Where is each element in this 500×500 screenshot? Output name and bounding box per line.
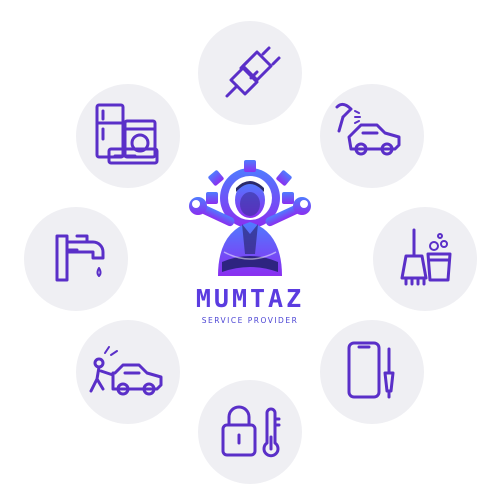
phone-repair-icon	[347, 341, 395, 399]
service-bubble-car-wash[interactable]	[320, 84, 424, 188]
service-wheel: MUMTAZ SERVICE PROVIDER	[0, 0, 500, 500]
water-tap-icon	[55, 234, 105, 282]
car-wash-icon	[335, 102, 401, 156]
service-bubble-cleaning[interactable]	[373, 207, 477, 311]
service-bubble-appliances[interactable]	[76, 84, 180, 188]
service-bubble-plug[interactable]	[198, 21, 302, 125]
home-appliances-icon	[95, 103, 159, 165]
service-bubble-plumbing[interactable]	[24, 207, 128, 311]
service-bubble-lock-thermo[interactable]	[198, 380, 302, 484]
brand-name: MUMTAZ	[195, 284, 305, 313]
cleaning-supplies-icon	[400, 228, 452, 286]
lock-thermometer-icon	[221, 405, 281, 458]
car-repair-icon	[89, 346, 163, 396]
brand-tagline: SERVICE PROVIDER	[201, 316, 299, 325]
service-bubble-phone-repair[interactable]	[320, 320, 424, 424]
electric-plug-icon	[225, 46, 281, 98]
service-bubble-car-repair[interactable]	[76, 320, 180, 424]
